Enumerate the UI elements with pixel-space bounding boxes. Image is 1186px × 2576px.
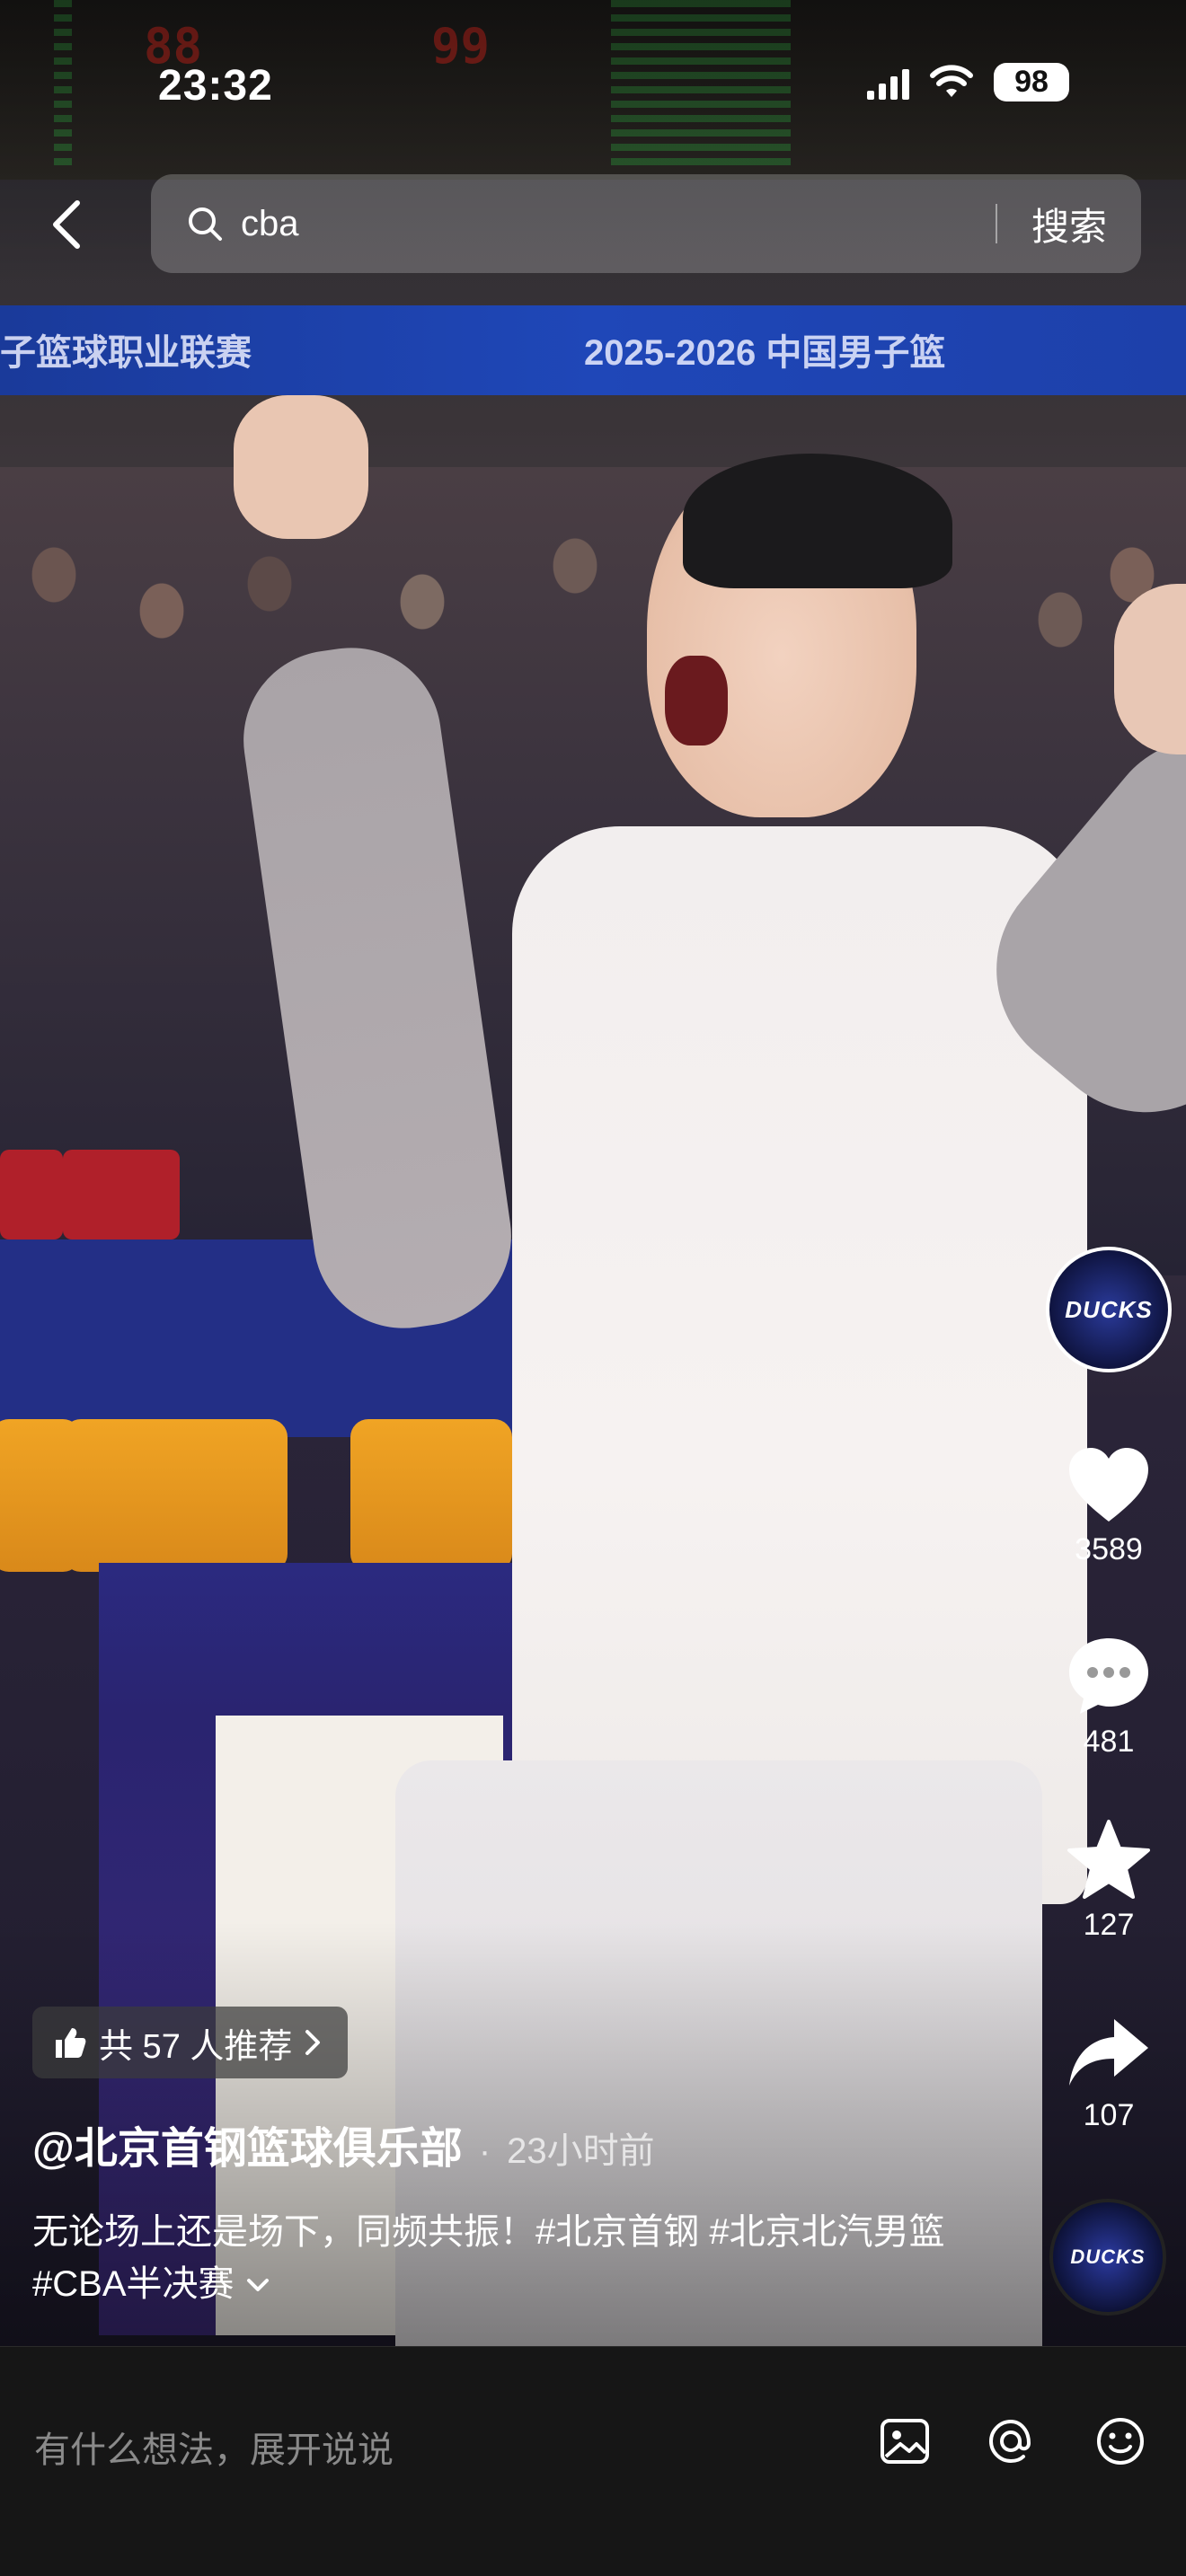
avatar-logo-text: DUCKS (1065, 1295, 1153, 1323)
share-icon (1069, 2019, 1148, 2086)
banner-text-right: 2025-2026 中国男子篮 (584, 333, 946, 373)
comment-bar: 有什么想法，展开说说 (0, 2346, 1186, 2576)
comment-count: 481 (1083, 1725, 1135, 1759)
search-button[interactable]: 搜索 (997, 197, 1141, 251)
banner-text-left: 子篮球职业联赛 (0, 333, 252, 373)
chevron-right-icon (305, 2030, 321, 2055)
mention-button[interactable] (979, 2410, 1042, 2473)
author-row: @北京首钢篮球俱乐部 · 23小时前 (32, 2113, 655, 2175)
star-icon (1067, 1820, 1150, 1899)
like-count: 3589 (1075, 1532, 1143, 1566)
emoji-icon (1097, 2418, 1144, 2465)
expand-chevron-icon[interactable] (244, 2274, 271, 2296)
comment-icon (1069, 1638, 1148, 1714)
description-text: 无论场上还是场下，同频共振！#北京首钢 #北京北汽男篮 #CBA半决赛 (32, 2212, 945, 2304)
status-indicators: 98 (867, 63, 1069, 101)
search-bar[interactable]: cba 搜索 (151, 174, 1141, 273)
emoji-button[interactable] (1089, 2410, 1152, 2473)
video-player[interactable]: 88 99 子篮球职业联赛 2025-2026 中国男子篮 (0, 0, 1186, 2346)
video-description[interactable]: 无论场上还是场下，同频共振！#北京首钢 #北京北汽男篮 #CBA半决赛 (32, 2206, 985, 2310)
comment-button[interactable]: 481 (1046, 1635, 1172, 1760)
back-icon (53, 200, 80, 249)
favorite-button[interactable]: 127 (1046, 1818, 1172, 1943)
music-disc-logo-text: DUCKS (1070, 2245, 1146, 2268)
player-mouth (665, 656, 728, 745)
player-arm-left (232, 636, 523, 1340)
image-button[interactable] (873, 2410, 936, 2473)
wifi-icon (930, 64, 973, 97)
red-seats (0, 1150, 63, 1239)
image-icon (881, 2419, 929, 2464)
at-icon (988, 2419, 1031, 2464)
recommend-badge[interactable]: 共 57 人推荐 (32, 2007, 349, 2078)
player-fist-left (234, 395, 368, 539)
share-count: 107 (1083, 2098, 1135, 2132)
battery-indicator: 98 (994, 63, 1069, 101)
thumbs-up-icon (56, 2028, 86, 2058)
back-button[interactable] (40, 189, 93, 260)
music-disc[interactable]: DUCKS (1049, 2199, 1166, 2316)
red-seats (63, 1150, 180, 1239)
like-button[interactable]: 3589 (1046, 1446, 1172, 1567)
recommend-label: 共 57 人推荐 (99, 2027, 293, 2066)
separator-dot: · (478, 2131, 491, 2171)
cellular-signal-icon (867, 66, 909, 100)
status-time: 23:32 (158, 62, 273, 110)
search-input[interactable]: cba (241, 204, 996, 244)
post-time: 23小时前 (507, 2131, 655, 2171)
comment-input[interactable]: 有什么想法，展开说说 (34, 2421, 394, 2473)
search-icon (189, 207, 222, 241)
author-name[interactable]: @北京首钢篮球俱乐部 (32, 2113, 463, 2175)
favorite-count: 127 (1083, 1908, 1135, 1942)
heart-icon (1069, 1448, 1148, 1522)
author-avatar[interactable]: DUCKS (1046, 1247, 1172, 1372)
share-button[interactable]: 107 (1046, 2016, 1172, 2133)
